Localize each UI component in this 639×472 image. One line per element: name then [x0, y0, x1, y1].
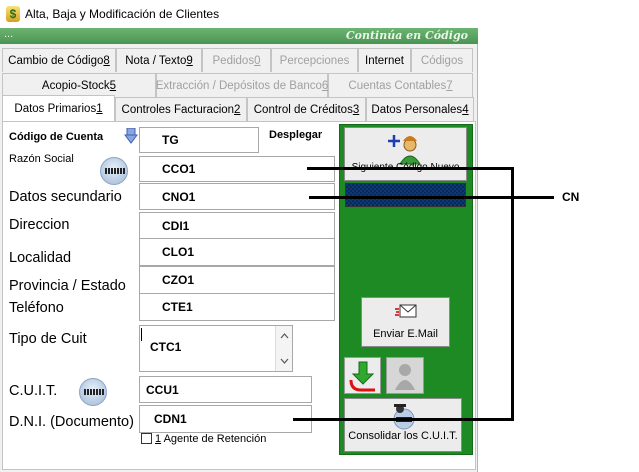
provincia-label: Provincia / Estado — [9, 278, 126, 294]
consolidar-cuit-label: Consolidar los C.U.I.T. — [348, 430, 458, 442]
tab-row-2: Acopio-Stock 5 Extracción / Depósitos de… — [2, 73, 473, 97]
siguiente-codigo-button[interactable]: Siguiente Código Nuevo — [344, 127, 467, 181]
tab-cambio-codigo[interactable]: Cambio de Código 8 — [2, 48, 116, 72]
cn-annotation: CN — [562, 190, 580, 204]
annotation-line-cdn — [293, 418, 514, 421]
tab-datos-primarios[interactable]: Datos Primarios 1 — [2, 95, 115, 121]
tipo-cuit-scrollbar[interactable] — [275, 326, 292, 371]
codigo-cuenta-input[interactable]: TG — [139, 127, 259, 153]
tab-controles-facturacion[interactable]: Controles Facturacion 2 — [115, 97, 247, 121]
client-window: $ Alta, Baja y Modificación de Clientes … — [0, 0, 478, 472]
annotation-line-cno — [309, 196, 554, 199]
tipo-cuit-list[interactable]: CTC1 — [139, 325, 293, 372]
agente-retencion-checkbox[interactable] — [141, 433, 152, 444]
status-dots: ... — [4, 28, 14, 40]
localidad-label: Localidad — [9, 250, 72, 266]
scan-razon-icon[interactable] — [100, 157, 128, 185]
tab-row-3: Datos Primarios 1 Controles Facturacion … — [2, 95, 474, 121]
add-user-icon — [387, 135, 421, 165]
codigo-cuenta-label: Código de Cuenta — [9, 131, 104, 143]
envelope-icon — [394, 304, 416, 318]
scan-cuit-icon[interactable] — [79, 378, 107, 406]
status-bar: ... Continúa en Código — [0, 28, 478, 44]
tab-percepciones[interactable]: Percepciones — [271, 48, 358, 72]
user-lookup-button[interactable] — [386, 357, 424, 394]
spy-scan-icon — [393, 404, 415, 430]
enviar-email-button[interactable]: Enviar E.Mail — [361, 297, 450, 347]
tab-nota-texto[interactable]: Nota / Texto 9 — [116, 48, 202, 72]
app-icon: $ — [6, 6, 20, 22]
download-button[interactable] — [344, 357, 381, 394]
tab-codigos[interactable]: Códigos — [411, 48, 473, 72]
provincia-input[interactable]: CZO1 — [139, 266, 335, 294]
window-title: Alta, Baja y Modificación de Clientes — [25, 7, 220, 21]
tab-pedidos[interactable]: Pedidos 0 — [202, 48, 271, 72]
razon-social-label: Razón Social — [9, 153, 74, 165]
enviar-email-label: Enviar E.Mail — [373, 328, 438, 340]
datos-secundario-input[interactable]: CNO1 — [139, 183, 335, 210]
tab-control-creditos[interactable]: Control de Créditos 3 — [247, 97, 366, 121]
localidad-input[interactable]: CLO1 — [139, 238, 335, 266]
datos-secundario-label: Datos secundario — [9, 189, 122, 205]
telefono-label: Teléfono — [9, 300, 64, 316]
user-silhouette-icon — [395, 364, 415, 390]
cuit-input[interactable]: CCU1 — [139, 376, 312, 403]
tab-datos-personales[interactable]: Datos Personales 4 — [366, 97, 474, 121]
annotation-line-vertical — [511, 167, 514, 421]
tab-cuentas-contables[interactable]: Cuentas Contables 7 — [328, 73, 473, 97]
dni-input[interactable]: CDN1 — [139, 405, 312, 433]
dni-label: D.N.I. (Documento) — [9, 414, 134, 430]
tab-row-1: Cambio de Código 8 Nota / Texto 9 Pedido… — [2, 48, 473, 72]
direccion-label: Direccion — [9, 217, 70, 233]
razon-social-input[interactable]: CCO1 — [139, 156, 335, 182]
tab-extraccion-depositos[interactable]: Extracción / Depósitos de Banco 6 — [156, 73, 328, 97]
tab-internet[interactable]: Internet — [358, 48, 411, 72]
tab-acopio-stock[interactable]: Acopio-Stock 5 — [2, 73, 156, 97]
color-swatch — [345, 183, 466, 207]
green-arrow-icon — [349, 361, 375, 392]
agente-retencion-label: 1 Agente de Retención — [155, 433, 267, 445]
text-caret — [141, 328, 142, 341]
telefono-input[interactable]: CTE1 — [139, 293, 335, 321]
annotation-line-cco — [307, 167, 514, 170]
title-bar: $ Alta, Baja y Modificación de Clientes — [0, 0, 478, 28]
tipo-cuit-label: Tipo de Cuit — [9, 331, 87, 347]
tipo-cuit-value: CTC1 — [150, 340, 182, 354]
consolidar-cuit-button[interactable]: Consolidar los C.U.I.T. — [344, 398, 462, 452]
scroll-arrows-icon — [280, 333, 289, 364]
cuit-label: C.U.I.T. — [9, 383, 58, 399]
desplegar-label: Desplegar — [269, 129, 323, 141]
continua-en-codigo: Continúa en Código — [345, 29, 468, 42]
dropdown-arrow-icon[interactable] — [124, 128, 138, 144]
direccion-input[interactable]: CDI1 — [139, 212, 335, 240]
